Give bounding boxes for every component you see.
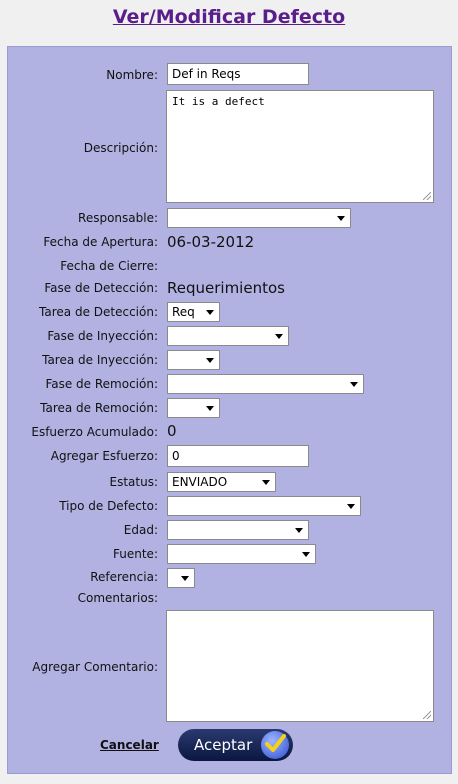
edad-label: Edad: [123,523,158,537]
tarea-deteccion-selected: Req [172,305,195,319]
tarea-remocion-label: Tarea de Remoción: [40,401,158,415]
tarea-deteccion-label: Tarea de Detección: [39,305,158,319]
descripcion-textarea[interactable]: It is a defect [166,90,434,203]
chevron-down-icon [350,382,358,387]
chevron-down-icon [275,334,283,339]
fase-remocion-select[interactable] [167,374,364,394]
agregar-esfuerzo-label: Agregar Esfuerzo: [50,449,158,463]
responsable-select[interactable] [167,208,351,228]
referencia-label: Referencia: [90,570,158,584]
chevron-down-icon [206,358,214,363]
chevron-down-icon [295,528,303,533]
estatus-selected: ENVIADO [172,475,228,489]
comentarios-label: Comentarios: [77,591,158,605]
checkmark-icon [261,731,289,759]
fase-deteccion-value: Requerimientos [167,279,285,297]
esfuerzo-acumulado-label: Esfuerzo Acumulado: [31,425,158,439]
tipo-defecto-label: Tipo de Defecto: [59,499,158,513]
fuente-select[interactable] [167,544,316,564]
fuente-label: Fuente: [113,547,158,561]
chevron-down-icon [262,480,270,485]
tarea-inyeccion-label: Tarea de Inyección: [42,353,158,367]
estatus-select[interactable]: ENVIADO [167,472,276,492]
responsable-label: Responsable: [78,211,158,225]
edad-select[interactable] [167,520,309,540]
fecha-cierre-label: Fecha de Cierre: [60,259,158,273]
tipo-defecto-select[interactable] [167,496,361,516]
agregar-comentario-label: Agregar Comentario: [32,660,158,674]
fecha-apertura-label: Fecha de Apertura: [43,235,158,249]
cancel-link[interactable]: Cancelar [100,738,159,752]
descripcion-label: Descripción: [83,141,158,155]
fecha-apertura-value: 06-03-2012 [167,233,255,251]
chevron-down-icon [206,310,214,315]
nombre-input[interactable]: Def in Reqs [167,63,309,85]
chevron-down-icon [302,552,310,557]
tarea-remocion-select[interactable] [167,398,220,418]
chevron-down-icon [347,504,355,509]
referencia-select[interactable] [167,568,195,588]
resize-grip-icon[interactable] [423,192,431,200]
agregar-comentario-textarea[interactable] [166,610,434,722]
estatus-label: Estatus: [109,475,159,489]
nombre-label: Nombre: [106,68,158,82]
chevron-down-icon [206,406,214,411]
fase-inyeccion-label: Fase de Inyección: [47,329,158,343]
resize-grip-icon[interactable] [423,711,431,719]
agregar-esfuerzo-input[interactable]: 0 [167,445,309,467]
accept-button[interactable]: Aceptar [178,729,293,761]
descripcion-text: It is a defect [172,95,265,108]
chevron-down-icon [181,576,189,581]
fase-inyeccion-select[interactable] [167,326,289,346]
accept-button-label: Aceptar [194,736,253,754]
fase-remocion-label: Fase de Remoción: [45,377,158,391]
tarea-deteccion-select[interactable]: Req [167,302,220,322]
tarea-inyeccion-select[interactable] [167,350,220,370]
esfuerzo-acumulado-value: 0 [167,422,177,440]
fase-deteccion-label: Fase de Detección: [44,281,158,295]
page-title: Ver/Modificar Defecto [112,6,346,28]
chevron-down-icon [337,216,345,221]
